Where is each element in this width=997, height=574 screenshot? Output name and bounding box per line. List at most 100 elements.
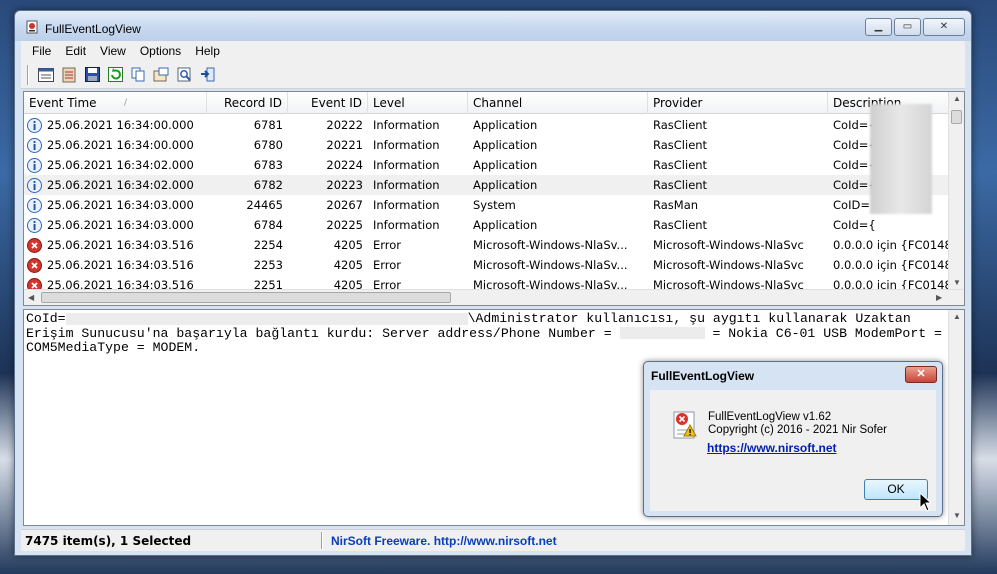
cell-provider: RasClient xyxy=(653,138,708,152)
cell-record-id: 6783 xyxy=(253,158,283,172)
table-header: Event Time / Record ID Event ID Level Cha… xyxy=(24,92,949,114)
cell-provider: RasMan xyxy=(653,198,699,212)
cell-channel: Application xyxy=(473,218,538,232)
scroll-right-icon[interactable]: ▶ xyxy=(936,293,942,302)
app-icon xyxy=(26,20,38,34)
dialog-title: FullEventLogView xyxy=(651,369,755,383)
table-row[interactable]: 25.06.2021 16:34:00.000 6781 20222 Informat… xyxy=(24,115,949,135)
cell-level: Error xyxy=(373,258,402,272)
title-bar[interactable]: FullEventLogView ▁ ▭ ✕ xyxy=(15,11,971,41)
options-icon[interactable] xyxy=(151,65,171,85)
dialog-body: FullEventLogView v1.62 Copyright (c) 201… xyxy=(650,390,936,511)
status-credit-link[interactable]: NirSoft Freeware. http://www.nirsoft.net xyxy=(331,534,557,548)
toolbar-separator xyxy=(27,64,29,85)
cell-record-id: 24465 xyxy=(246,198,283,212)
cell-provider: RasClient xyxy=(653,158,708,172)
dialog-website-link[interactable]: https://www.nirsoft.net xyxy=(707,441,837,455)
dialog-close-button[interactable]: ✕ xyxy=(905,366,937,383)
app-logo-icon xyxy=(673,411,697,439)
table-row[interactable]: 25.06.2021 16:34:03.000 6784 20225 Informat… xyxy=(24,215,949,235)
error-icon xyxy=(27,258,42,273)
cell-level: Information xyxy=(373,198,440,212)
cell-level: Error xyxy=(373,238,402,252)
details-scroll-up-icon[interactable]: ▲ xyxy=(953,312,961,321)
details-scrollbar[interactable]: ▲ ▼ xyxy=(948,310,964,525)
menu-file[interactable]: File xyxy=(25,44,58,58)
menu-help[interactable]: Help xyxy=(188,44,227,58)
exit-icon[interactable] xyxy=(197,65,217,85)
cell-record-id: 6782 xyxy=(253,178,283,192)
status-bar: 7475 item(s), 1 Selected NirSoft Freewar… xyxy=(21,529,965,551)
menu-options[interactable]: Options xyxy=(133,44,188,58)
col-channel[interactable]: Channel xyxy=(468,92,648,114)
scroll-up-icon[interactable]: ▲ xyxy=(953,94,961,103)
cell-event-time: 25.06.2021 16:34:03.000 xyxy=(47,198,194,212)
col-provider[interactable]: Provider xyxy=(648,92,828,114)
toolbar xyxy=(21,61,965,89)
cell-record-id: 2254 xyxy=(253,238,283,252)
event-log-icon[interactable] xyxy=(59,65,79,85)
table-row[interactable]: 25.06.2021 16:34:02.000 6782 20223 Informat… xyxy=(24,175,949,195)
details-scroll-down-icon[interactable]: ▼ xyxy=(953,511,961,520)
info-icon xyxy=(27,118,42,133)
details-line1a: CoId= xyxy=(26,311,66,326)
col-event-time[interactable]: Event Time / xyxy=(24,92,207,114)
refresh-icon[interactable] xyxy=(105,65,125,85)
cell-event-time: 25.06.2021 16:34:03.000 xyxy=(47,218,194,232)
table-row[interactable]: 25.06.2021 16:34:00.000 6780 20221 Informat… xyxy=(24,135,949,155)
scroll-left-icon[interactable]: ◀ xyxy=(28,293,34,302)
cell-level: Information xyxy=(373,158,440,172)
cell-event-time: 25.06.2021 16:34:03.516 xyxy=(47,238,194,252)
find-icon[interactable] xyxy=(174,65,194,85)
redacted-user xyxy=(65,312,468,325)
cell-event-id: 4205 xyxy=(333,258,363,272)
redacted-number xyxy=(619,327,705,340)
cell-provider: RasClient xyxy=(653,178,708,192)
info-icon xyxy=(27,138,42,153)
table-row[interactable]: 25.06.2021 16:34:02.000 6783 20224 Informat… xyxy=(24,155,949,175)
col-level[interactable]: Level xyxy=(368,92,468,114)
horizontal-scrollbar[interactable]: ◀ ▶ xyxy=(24,289,964,305)
cell-event-time: 25.06.2021 16:34:03.516 xyxy=(47,258,194,272)
dialog-version: FullEventLogView v1.62 xyxy=(708,411,832,423)
close-button[interactable]: ✕ xyxy=(923,18,965,36)
hscroll-thumb[interactable] xyxy=(41,292,451,303)
events-table[interactable]: Event Time / Record ID Event ID Level Cha… xyxy=(23,91,965,306)
dialog-copyright: Copyright (c) 2016 - 2021 Nir Sofer xyxy=(708,424,887,436)
info-icon xyxy=(27,178,42,193)
cell-event-time: 25.06.2021 16:34:00.000 xyxy=(47,138,194,152)
cell-event-id: 20223 xyxy=(326,178,363,192)
menu-view[interactable]: View xyxy=(93,44,133,58)
maximize-button[interactable]: ▭ xyxy=(894,18,921,36)
menu-bar: File Edit View Options Help xyxy=(21,41,965,61)
cell-description: 0.0.0.0 için {FC0148 xyxy=(833,258,949,272)
cell-event-id: 20221 xyxy=(326,138,363,152)
error-icon xyxy=(27,238,42,253)
col-event-id[interactable]: Event ID xyxy=(288,92,368,114)
cell-event-id: 20224 xyxy=(326,158,363,172)
save-icon[interactable] xyxy=(82,65,102,85)
mouse-cursor-icon xyxy=(919,492,931,512)
properties-icon[interactable] xyxy=(36,65,56,85)
col-record-id[interactable]: Record ID xyxy=(207,92,288,114)
cell-event-id: 20225 xyxy=(326,218,363,232)
cell-event-id: 4205 xyxy=(333,238,363,252)
scroll-thumb[interactable] xyxy=(951,110,962,124)
info-icon xyxy=(27,218,42,233)
cell-level: Information xyxy=(373,178,440,192)
minimize-button[interactable]: ▁ xyxy=(865,18,892,36)
redacted-region xyxy=(870,104,932,214)
vertical-scrollbar[interactable]: ▲ ▼ xyxy=(948,92,964,290)
table-row[interactable]: 25.06.2021 16:34:03.516 2253 4205 Error Micr… xyxy=(24,255,949,275)
table-row[interactable]: 25.06.2021 16:34:03.000 24465 20267 Informa… xyxy=(24,195,949,215)
cell-channel: Application xyxy=(473,138,538,152)
scroll-down-icon[interactable]: ▼ xyxy=(953,278,961,287)
copy-icon[interactable] xyxy=(128,65,148,85)
cell-record-id: 6784 xyxy=(253,218,283,232)
cell-level: Information xyxy=(373,138,440,152)
details-line1b: \Administrator kullanıcısı, şu aygıtı ku… xyxy=(467,311,911,326)
table-row[interactable]: 25.06.2021 16:34:03.516 2254 4205 Error Micr… xyxy=(24,235,949,255)
menu-edit[interactable]: Edit xyxy=(58,44,93,58)
details-line3: COM5MediaType = MODEM. xyxy=(26,340,201,355)
cell-event-time: 25.06.2021 16:34:00.000 xyxy=(47,118,194,132)
